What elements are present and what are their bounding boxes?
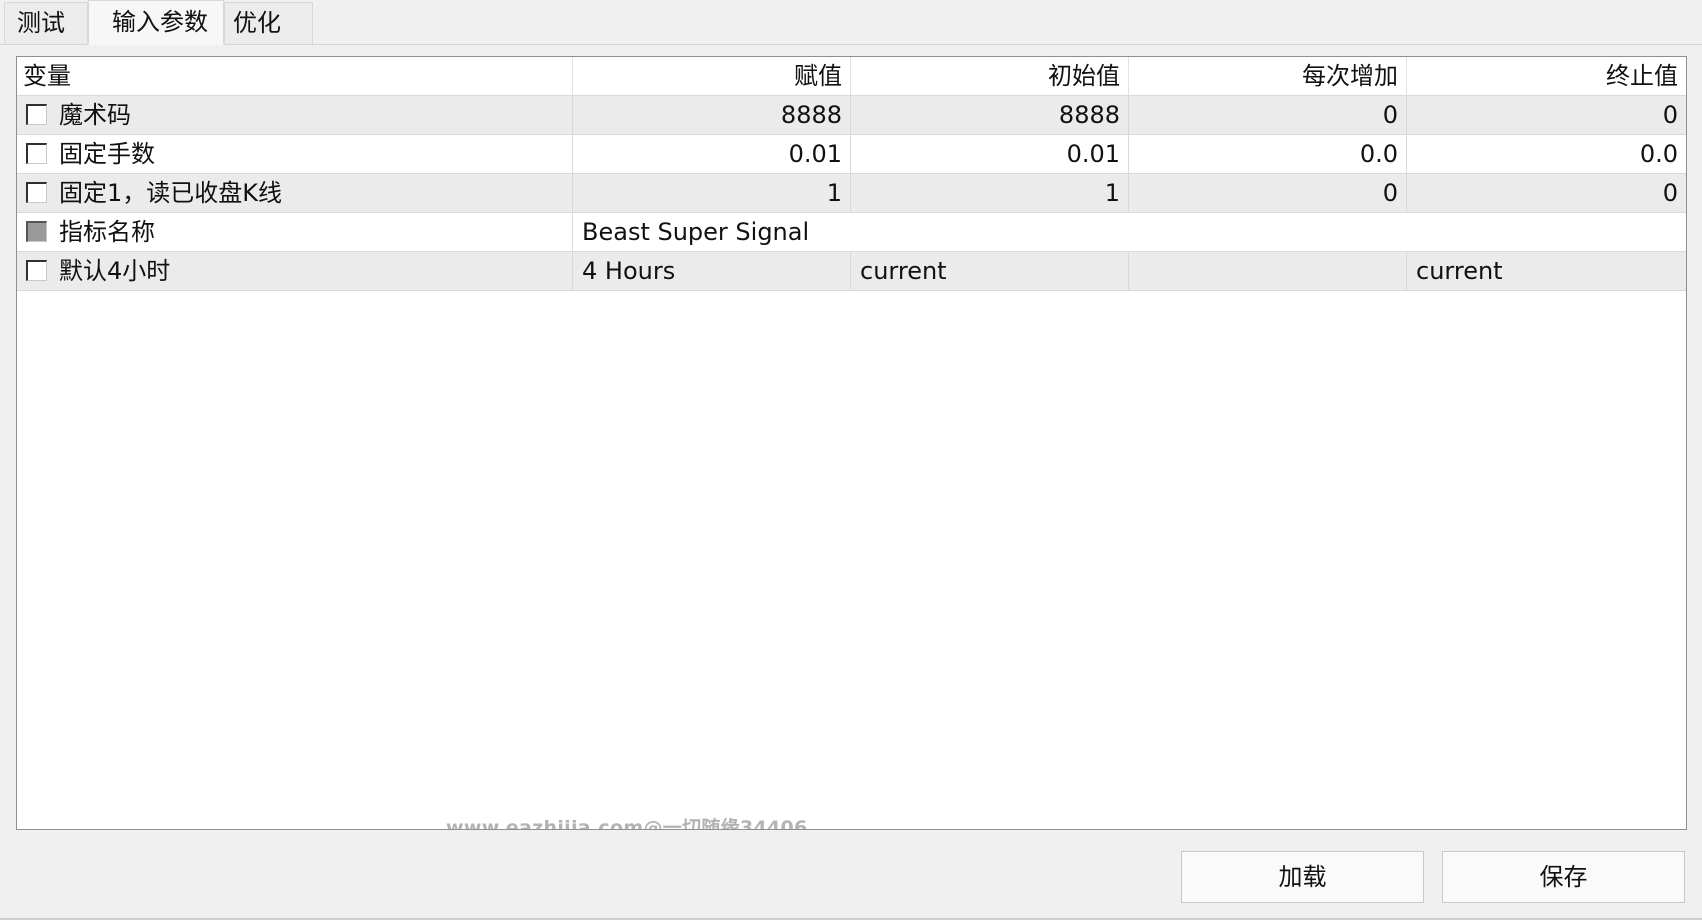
column-header-step[interactable]: 每次增加 [1129,57,1407,95]
step-cell[interactable]: 0 [1129,96,1407,134]
variable-name: 固定手数 [59,140,155,168]
tab-bar: 测试 输入参数 优化 [0,0,1702,45]
variable-name: 默认4小时 [59,257,171,285]
column-header-value[interactable]: 赋值 [573,57,851,95]
value-cell[interactable]: 8888 [573,96,851,134]
stop-cell[interactable]: 0 [1407,174,1686,212]
start-cell[interactable]: 0.01 [851,135,1129,173]
variable-cell: 指标名称 [17,213,573,251]
table-row[interactable]: 固定手数 0.01 0.01 0.0 0.0 [17,135,1686,174]
variable-cell: 固定1，读已收盘K线 [17,174,573,212]
load-button[interactable]: 加载 [1181,851,1424,903]
stop-cell[interactable]: 0.0 [1407,135,1686,173]
step-cell[interactable]: 0 [1129,174,1407,212]
value-cell[interactable]: 0.01 [573,135,851,173]
start-cell[interactable]: 8888 [851,96,1129,134]
watermark: www.eazhijia.com@一切随缘34406 [446,817,808,830]
column-header-variable[interactable]: 变量 [17,57,573,95]
grid-header: 变量 赋值 初始值 每次增加 终止值 [17,57,1686,96]
stop-cell[interactable]: 0 [1407,96,1686,134]
table-row[interactable]: 默认4小时 4 Hours current current [17,252,1686,291]
parameters-grid[interactable]: 变量 赋值 初始值 每次增加 终止值 魔术码 8888 8888 0 0 固定手… [16,56,1687,830]
optimize-checkbox[interactable] [26,104,47,125]
table-row[interactable]: 固定1，读已收盘K线 1 1 0 0 [17,174,1686,213]
variable-cell: 固定手数 [17,135,573,173]
step-cell[interactable] [1129,252,1407,290]
optimize-checkbox[interactable] [26,260,47,281]
value-cell[interactable]: Beast Super Signal [573,213,1686,251]
table-row[interactable]: 魔术码 8888 8888 0 0 [17,96,1686,135]
start-cell[interactable]: current [851,252,1129,290]
column-header-start[interactable]: 初始值 [851,57,1129,95]
value-cell[interactable]: 4 Hours [573,252,851,290]
optimize-checkbox[interactable] [26,143,47,164]
value-cell[interactable]: 1 [573,174,851,212]
step-cell[interactable]: 0.0 [1129,135,1407,173]
variable-name: 魔术码 [59,101,131,129]
tab-test[interactable]: 测试 [4,2,88,44]
variable-name: 固定1，读已收盘K线 [59,179,283,207]
table-row[interactable]: 指标名称 Beast Super Signal [17,213,1686,252]
save-button[interactable]: 保存 [1442,851,1685,903]
start-cell[interactable]: 1 [851,174,1129,212]
tab-optimization[interactable]: 优化 [224,2,313,44]
variable-name: 指标名称 [59,218,155,246]
optimize-checkbox-disabled [26,221,47,242]
variable-cell: 魔术码 [17,96,573,134]
stop-cell[interactable]: current [1407,252,1686,290]
optimize-checkbox[interactable] [26,182,47,203]
tab-input-parameters[interactable]: 输入参数 [88,0,224,45]
column-header-stop[interactable]: 终止值 [1407,57,1686,95]
variable-cell: 默认4小时 [17,252,573,290]
